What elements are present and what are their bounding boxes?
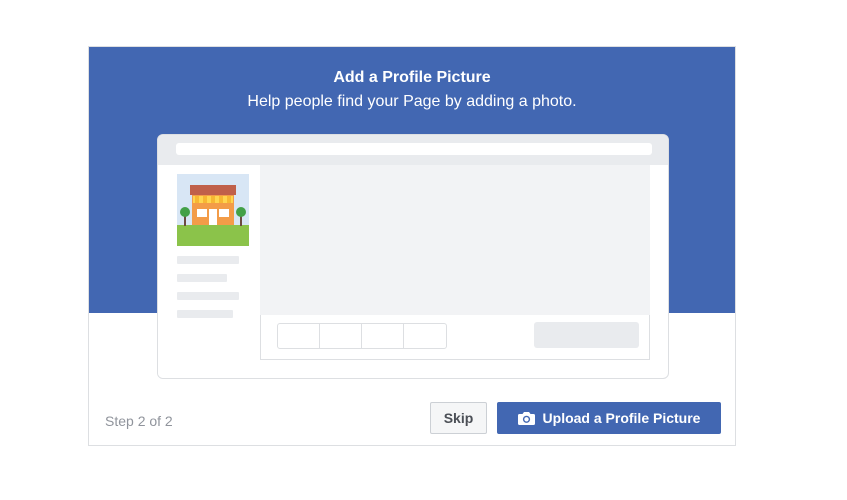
preview-browser-bar	[158, 135, 668, 165]
preview-tab	[320, 324, 362, 348]
preview-tab	[404, 324, 446, 348]
preview-sidebar	[158, 165, 260, 378]
upload-profile-picture-button[interactable]: Upload a Profile Picture	[497, 402, 721, 434]
preview-placeholder-line	[177, 310, 233, 318]
add-profile-picture-dialog: Add a Profile Picture Help people find y…	[88, 46, 736, 446]
preview-cover-area	[260, 165, 650, 315]
preview-action-bar	[260, 315, 650, 360]
preview-tab	[278, 324, 320, 348]
preview-address-bar	[176, 143, 652, 155]
camera-icon	[517, 411, 535, 425]
dialog-subtitle: Help people find your Page by adding a p…	[247, 93, 577, 110]
upload-button-label: Upload a Profile Picture	[542, 410, 701, 426]
skip-button-label: Skip	[443, 410, 474, 426]
preview-cta-placeholder	[534, 322, 639, 348]
storefront-icon	[177, 174, 249, 246]
preview-placeholder-line	[177, 292, 239, 300]
dialog-title: Add a Profile Picture	[333, 69, 491, 86]
preview-tab-group	[277, 323, 447, 349]
preview-placeholder-line	[177, 274, 227, 282]
step-indicator: Step 2 of 2	[105, 413, 173, 429]
preview-placeholder-line	[177, 256, 239, 264]
page-preview-illustration	[157, 134, 669, 379]
preview-tab	[362, 324, 404, 348]
skip-button[interactable]: Skip	[430, 402, 487, 434]
